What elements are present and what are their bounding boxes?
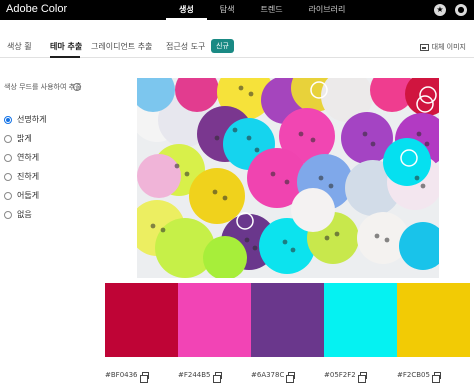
palette-swatches xyxy=(105,283,470,357)
active-tab-underline xyxy=(50,56,80,58)
copy-icon[interactable] xyxy=(431,371,441,383)
image-icon xyxy=(419,43,429,51)
source-image[interactable] xyxy=(137,78,439,278)
hex-value[interactable]: #6A378C xyxy=(251,371,284,379)
hex-cell-1: #BF0436 xyxy=(105,371,178,383)
star-icon[interactable]: ★ xyxy=(434,4,446,16)
avatar-icon[interactable]: ● xyxy=(455,4,467,16)
radio-icon[interactable] xyxy=(4,191,12,200)
copy-icon[interactable] xyxy=(212,371,222,383)
radio-icon[interactable] xyxy=(4,153,12,162)
color-mood-label: 색상 무드를 사용하여 추출 xyxy=(4,83,82,91)
topnav-explore[interactable]: 탐색 xyxy=(207,0,248,20)
hex-cell-3: #6A378C xyxy=(251,371,324,383)
mood-option-deep[interactable]: 진하게 xyxy=(4,167,46,186)
tab-extract-theme[interactable]: 테마 추출 xyxy=(50,41,82,52)
mood-option-label: 어둡게 xyxy=(17,191,40,200)
top-navigation-bar: Adobe Color 생성 탐색 트렌드 라이브러리 ★ ● xyxy=(0,0,474,20)
mood-option-label: 없음 xyxy=(17,210,32,219)
tab-accessibility-tools[interactable]: 접근성 도구 xyxy=(166,41,205,52)
hex-cell-5: #F2CB05 xyxy=(397,371,470,383)
swatch-2[interactable] xyxy=(178,283,251,357)
radio-icon[interactable] xyxy=(4,210,12,219)
hex-value[interactable]: #F244B5 xyxy=(178,371,211,379)
mood-option-vivid[interactable]: 선명하게 xyxy=(4,110,46,129)
tab-color-wheel[interactable]: 색상 휠 xyxy=(7,41,32,52)
mood-option-label: 밝게 xyxy=(17,134,32,143)
topnav-create[interactable]: 생성 xyxy=(166,0,207,20)
colorful-buttons-photo xyxy=(137,78,439,278)
topnav-library[interactable]: 라이브러리 xyxy=(296,0,359,20)
swatch-3[interactable] xyxy=(251,283,324,357)
mood-option-label: 선명하게 xyxy=(17,115,47,124)
swatch-1[interactable] xyxy=(105,283,178,357)
top-nav: 생성 탐색 트렌드 라이브러리 xyxy=(166,0,358,20)
alternate-image-label: 대체 이미지 xyxy=(431,43,466,51)
hex-value[interactable]: #05F2F2 xyxy=(324,371,356,379)
mood-option-bright[interactable]: 밝게 xyxy=(4,129,46,148)
mood-option-label: 진하게 xyxy=(17,172,40,181)
copy-icon[interactable] xyxy=(357,371,367,383)
button-shapes xyxy=(137,78,439,278)
radio-icon[interactable] xyxy=(4,172,12,181)
mood-option-muted[interactable]: 연하게 xyxy=(4,148,46,167)
tool-tabs: 색상 휠 테마 추출 그레이디언트 추출 접근성 도구 신규 대체 이미지 xyxy=(0,36,474,58)
alternate-image-button[interactable]: 대체 이미지 xyxy=(419,42,466,52)
palette-hex-labels: #BF0436 #F244B5 #6A378C #05F2F2 #F2CB05 xyxy=(105,371,470,383)
radio-checked-icon[interactable] xyxy=(4,115,12,124)
mood-option-label: 연하게 xyxy=(17,153,40,162)
copy-icon[interactable] xyxy=(286,371,296,383)
copy-icon[interactable] xyxy=(139,371,149,383)
hex-cell-4: #05F2F2 xyxy=(324,371,397,383)
radio-icon[interactable] xyxy=(4,134,12,143)
hex-value[interactable]: #BF0436 xyxy=(105,371,138,379)
swatch-5[interactable] xyxy=(397,283,470,357)
swatch-4[interactable] xyxy=(324,283,397,357)
info-icon[interactable]: ? xyxy=(73,83,81,91)
new-badge: 신규 xyxy=(211,39,234,53)
color-mood-options: 선명하게 밝게 연하게 진하게 어둡게 없음 xyxy=(4,110,46,224)
mood-option-dark[interactable]: 어둡게 xyxy=(4,186,46,205)
hex-value[interactable]: #F2CB05 xyxy=(397,371,430,379)
hex-cell-2: #F244B5 xyxy=(178,371,251,383)
topnav-trends[interactable]: 트렌드 xyxy=(247,0,295,20)
app-title[interactable]: Adobe Color xyxy=(6,3,67,15)
tab-extract-gradient[interactable]: 그레이디언트 추출 xyxy=(91,41,152,52)
mood-option-none[interactable]: 없음 xyxy=(4,205,46,224)
